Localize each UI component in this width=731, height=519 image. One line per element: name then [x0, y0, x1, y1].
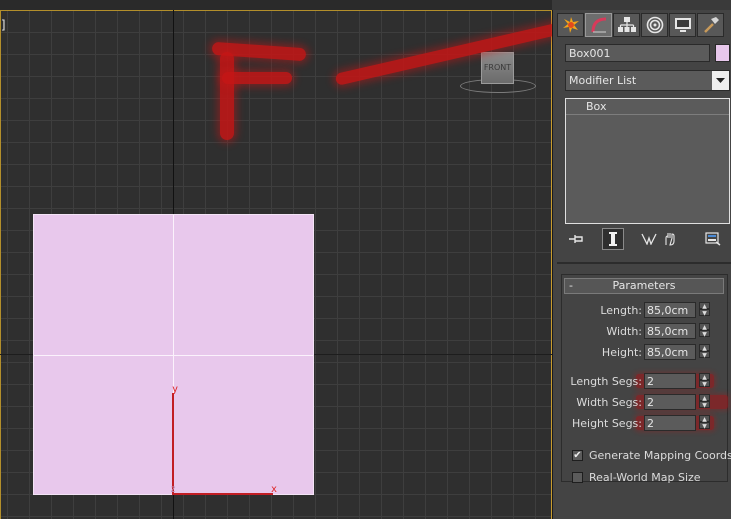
- width-segs-field[interactable]: 2: [644, 394, 696, 410]
- gizmo-y-label: y: [172, 384, 179, 395]
- rollout-title: Parameters: [612, 279, 676, 292]
- width-row: Width: 85,0cm ▲ ▼: [562, 323, 727, 341]
- height-segs-row: Height Segs: 2 ▲ ▼: [562, 415, 727, 433]
- motion-tab[interactable]: [641, 13, 668, 37]
- real-world-map-size-row[interactable]: Real-World Map Size: [572, 471, 727, 487]
- length-row: Length: 85,0cm ▲ ▼: [562, 302, 727, 320]
- modifier-list-label: Modifier List: [569, 74, 637, 87]
- viewcube-label: FRONT: [483, 63, 512, 72]
- utilities-tab[interactable]: [697, 13, 724, 37]
- height-spinner[interactable]: ▲ ▼: [699, 344, 710, 360]
- height-segs-label: Height Segs:: [571, 417, 642, 430]
- spinner-down-icon[interactable]: ▼: [699, 422, 710, 430]
- real-world-map-size-label: Real-World Map Size: [589, 471, 701, 484]
- real-world-map-size-checkbox[interactable]: [572, 472, 583, 483]
- height-segs-spinner[interactable]: ▲ ▼: [699, 415, 710, 431]
- front-viewport[interactable]: ] y x z FRONT: [0, 0, 552, 519]
- hierarchy-tab[interactable]: [613, 13, 640, 37]
- spinner-up-icon[interactable]: ▲: [699, 344, 710, 352]
- remove-modifier-icon[interactable]: [660, 230, 678, 248]
- spinner-down-icon[interactable]: ▼: [699, 330, 710, 338]
- command-panel-tabs: [557, 13, 724, 39]
- gizmo-z-label: z: [170, 484, 177, 495]
- command-panel: Box001 Modifier List Box Parameters - Le…: [552, 10, 731, 519]
- viewcube[interactable]: FRONT: [481, 52, 514, 84]
- width-label: Width:: [606, 325, 642, 338]
- gizmo-x-label: x: [271, 484, 278, 495]
- panel-top-strip: [552, 0, 731, 10]
- chevron-down-icon[interactable]: [712, 71, 729, 90]
- create-tab[interactable]: [557, 13, 584, 37]
- monitor-icon: [674, 18, 691, 32]
- modifier-list-dropdown[interactable]: Modifier List: [565, 70, 730, 91]
- spinner-up-icon[interactable]: ▲: [699, 323, 710, 331]
- collapse-icon: -: [569, 279, 573, 292]
- width-segs-spinner[interactable]: ▲ ▼: [699, 394, 710, 410]
- motion-ring-icon: [646, 16, 663, 34]
- length-spinner[interactable]: ▲ ▼: [699, 302, 710, 318]
- generate-mapping-coords-checkbox[interactable]: ✔: [572, 450, 583, 461]
- gizmo-x-axis[interactable]: [173, 493, 273, 495]
- height-row: Height: 85,0cm ▲ ▼: [562, 344, 727, 362]
- height-field[interactable]: 85,0cm: [644, 344, 696, 360]
- spinner-down-icon[interactable]: ▼: [699, 351, 710, 359]
- display-tab[interactable]: [669, 13, 696, 37]
- length-field[interactable]: 85,0cm: [644, 302, 696, 318]
- width-spinner[interactable]: ▲ ▼: [699, 323, 710, 339]
- gizmo-y-axis[interactable]: [172, 393, 174, 495]
- spinner-down-icon[interactable]: ▼: [699, 309, 710, 317]
- spinner-down-icon[interactable]: ▼: [699, 401, 710, 409]
- spinner-up-icon[interactable]: ▲: [699, 302, 710, 310]
- width-segs-label: Width Segs:: [576, 396, 642, 409]
- show-end-result-icon[interactable]: [602, 228, 624, 250]
- length-segs-spinner[interactable]: ▲ ▼: [699, 373, 710, 389]
- star-burst-icon: [562, 17, 579, 33]
- annotation-stroke: [220, 52, 234, 140]
- stack-item-box[interactable]: Box: [566, 99, 729, 115]
- hammer-icon: [703, 17, 719, 33]
- segment-line-horizontal: [34, 355, 313, 356]
- modifier-stack[interactable]: Box: [565, 98, 730, 224]
- height-label: Height:: [601, 346, 642, 359]
- configure-sets-icon[interactable]: [704, 230, 722, 248]
- object-name-field[interactable]: Box001: [565, 44, 710, 62]
- width-segs-row: Width Segs: 2 ▲ ▼: [562, 394, 727, 412]
- spinner-up-icon[interactable]: ▲: [699, 415, 710, 423]
- hierarchy-icon: [617, 17, 636, 32]
- bend-curve-icon: [591, 17, 606, 33]
- parameters-rollout-header[interactable]: Parameters -: [564, 278, 724, 294]
- viewport-label-menu[interactable]: ]: [0, 18, 7, 32]
- pin-stack-icon[interactable]: [568, 230, 586, 248]
- annotation-stroke: [334, 21, 552, 86]
- object-color-swatch[interactable]: [715, 44, 730, 62]
- height-segs-field[interactable]: 2: [644, 415, 696, 431]
- length-segs-row: Length Segs: 2 ▲ ▼: [562, 373, 727, 391]
- generate-mapping-coords-label: Generate Mapping Coords.: [589, 449, 731, 462]
- parameters-rollout: Parameters - Length: 85,0cm ▲ ▼ Width: 85…: [561, 274, 731, 484]
- viewport-top-strip: [0, 0, 552, 10]
- modifier-stack-toolbar: [565, 228, 730, 250]
- spinner-up-icon[interactable]: ▲: [699, 394, 710, 402]
- spinner-up-icon[interactable]: ▲: [699, 373, 710, 381]
- width-field[interactable]: 85,0cm: [644, 323, 696, 339]
- annotation-stroke: [222, 72, 292, 84]
- modify-tab[interactable]: [585, 13, 612, 37]
- length-segs-label: Length Segs:: [570, 375, 642, 388]
- panel-divider: [557, 262, 731, 264]
- length-label: Length:: [600, 304, 642, 317]
- length-segs-field[interactable]: 2: [644, 373, 696, 389]
- generate-mapping-coords-row[interactable]: ✔ Generate Mapping Coords.: [572, 449, 731, 465]
- spinner-down-icon[interactable]: ▼: [699, 380, 710, 388]
- make-unique-icon[interactable]: [640, 230, 658, 248]
